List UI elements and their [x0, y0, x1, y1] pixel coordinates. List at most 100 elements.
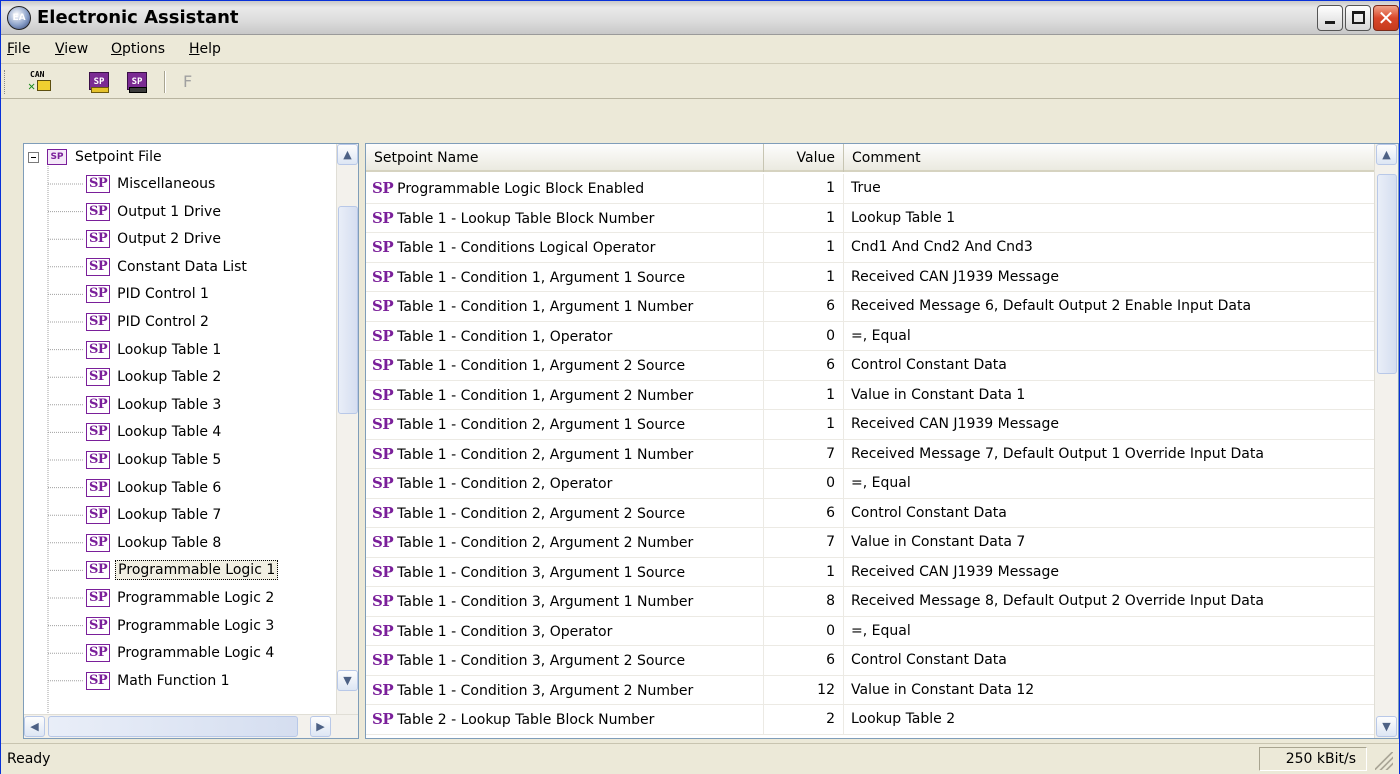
tree-item[interactable]: SP Lookup Table 2 [86, 365, 223, 389]
setpoint-value-cell[interactable]: 2 [764, 705, 844, 734]
setpoint-name-cell[interactable]: SP Table 1 - Condition 1, Argument 1 Sour… [366, 262, 764, 292]
table-row[interactable]: SP Table 1 - Condition 3, Argument 1 Numb… [366, 587, 1374, 617]
setpoint-name-cell[interactable]: SP Table 1 - Condition 3, Argument 1 Numb… [366, 587, 764, 616]
menu-help[interactable]: Help [189, 41, 221, 57]
scroll-up-icon[interactable]: ▲ [1376, 144, 1397, 165]
tree-item[interactable]: SP Lookup Table 3 [86, 393, 223, 417]
tree-item[interactable]: SP PID Control 2 [86, 310, 211, 334]
setpoint-name-cell[interactable]: SP Table 1 - Condition 1, Operator [366, 321, 764, 351]
setpoint-value-cell[interactable]: 0 [764, 616, 844, 646]
table-row[interactable]: SP Table 1 - Condition 2, Operator 0 =, Equ… [366, 469, 1374, 499]
tree-item[interactable]: SP Programmable Logic 1 [86, 558, 279, 582]
close-button[interactable]: ✕ [1373, 5, 1399, 31]
setpoint-name-cell[interactable]: SP Table 1 - Lookup Table Block Number [366, 203, 764, 233]
setpoint-name-cell[interactable]: SP Table 1 - Condition 2, Argument 1 Sour… [366, 410, 764, 439]
tree-item[interactable]: SP PID Control 1 [86, 282, 211, 306]
setpoint-name-cell[interactable]: SP Table 2 - Lookup Table Block Number [366, 705, 764, 734]
resize-grip-icon[interactable] [1375, 752, 1393, 770]
table-row[interactable]: SP Table 1 - Condition 1, Argument 1 Sour… [366, 262, 1374, 292]
table-row[interactable]: SP Table 1 - Condition 3, Operator 0 =, Equ… [366, 616, 1374, 646]
table-row[interactable]: SP Table 1 - Condition 3, Argument 2 Numb… [366, 675, 1374, 705]
table-row[interactable]: SP Programmable Logic Block Enabled 1 True [366, 174, 1374, 204]
setpoint-name-cell[interactable]: SP Table 1 - Condition 3, Argument 1 Sour… [366, 557, 764, 587]
table-row[interactable]: SP Table 1 - Condition 3, Argument 1 Sour… [366, 557, 1374, 587]
table-row[interactable]: SP Table 2 - Lookup Table Block Number 2 Lo… [366, 705, 1374, 735]
column-header-value[interactable]: Value [764, 144, 844, 172]
toolbar-grip[interactable] [4, 70, 7, 94]
table-row[interactable]: SP Table 1 - Condition 1, Argument 2 Numb… [366, 380, 1374, 410]
tree-item[interactable]: SP Lookup Table 8 [86, 531, 223, 555]
setpoint-value-cell[interactable]: 1 [764, 380, 844, 410]
setpoint-name-cell[interactable]: SP Table 1 - Condition 3, Argument 2 Numb… [366, 675, 764, 705]
table-row[interactable]: SP Table 1 - Lookup Table Block Number 1 Lo… [366, 203, 1374, 233]
setpoint-name-cell[interactable]: SP Table 1 - Condition 1, Argument 2 Numb… [366, 380, 764, 410]
setpoint-value-cell[interactable]: 1 [764, 557, 844, 587]
scroll-up-icon[interactable]: ▲ [337, 144, 358, 165]
setpoint-value-cell[interactable]: 1 [764, 203, 844, 233]
setpoint-name-cell[interactable]: SP Table 1 - Condition 2, Argument 2 Sour… [366, 498, 764, 528]
tree-item[interactable]: SP Lookup Table 4 [86, 420, 223, 444]
maximize-button[interactable] [1345, 5, 1371, 31]
tree-root-setpoint-file[interactable]: SP Setpoint File [28, 146, 164, 168]
tree-item[interactable]: SP Lookup Table 1 [86, 338, 223, 362]
minimize-button[interactable] [1317, 5, 1343, 31]
setpoint-tree[interactable]: SP Setpoint File SP Miscellaneous SP Output… [23, 143, 359, 739]
tree-scroll-thumb[interactable] [338, 206, 358, 414]
setpoint-name-cell[interactable]: SP Table 1 - Condition 1, Argument 2 Sour… [366, 351, 764, 380]
setpoint-value-cell[interactable]: 6 [764, 498, 844, 528]
tree-item[interactable]: SP Programmable Logic 3 [86, 614, 276, 638]
open-setpoint-file-button[interactable]: SP [87, 69, 113, 95]
setpoint-value-cell[interactable]: 12 [764, 675, 844, 705]
scroll-left-icon[interactable]: ◀ [24, 716, 45, 737]
tree-item[interactable]: SP Math Function 1 [86, 669, 232, 693]
tree-item[interactable]: SP Programmable Logic 2 [86, 586, 276, 610]
setpoint-value-cell[interactable]: 1 [764, 233, 844, 262]
tree-item[interactable]: SP Lookup Table 5 [86, 448, 223, 472]
setpoint-value-cell[interactable]: 1 [764, 174, 844, 203]
menu-view[interactable]: View [55, 41, 88, 57]
setpoint-value-cell[interactable]: 8 [764, 587, 844, 616]
setpoint-name-cell[interactable]: SP Table 1 - Condition 3, Argument 2 Sour… [366, 646, 764, 675]
setpoint-name-cell[interactable]: SP Table 1 - Condition 2, Argument 2 Numb… [366, 528, 764, 557]
save-setpoint-file-button[interactable]: SP [125, 69, 151, 95]
table-row[interactable]: SP Table 1 - Condition 2, Argument 2 Numb… [366, 528, 1374, 558]
setpoint-value-cell[interactable]: 6 [764, 351, 844, 380]
tree-hscroll-thumb[interactable] [48, 716, 298, 737]
column-header-setpoint-name[interactable]: Setpoint Name [366, 144, 764, 172]
setpoint-name-cell[interactable]: SP Programmable Logic Block Enabled [366, 174, 764, 203]
table-row[interactable]: SP Table 1 - Condition 2, Argument 1 Sour… [366, 410, 1374, 440]
tree-item[interactable]: SP Miscellaneous [86, 172, 217, 196]
column-header-comment[interactable]: Comment [844, 144, 1374, 172]
tree-horizontal-scrollbar[interactable]: ◀ ▶ [24, 714, 358, 738]
table-row[interactable]: SP Table 1 - Condition 3, Argument 2 Sour… [366, 646, 1374, 676]
tree-item[interactable]: SP Output 1 Drive [86, 200, 223, 224]
tree-item[interactable]: SP Lookup Table 7 [86, 503, 223, 527]
table-row[interactable]: SP Table 1 - Condition 2, Argument 1 Numb… [366, 439, 1374, 469]
collapse-icon[interactable] [28, 151, 39, 163]
table-row[interactable]: SP Table 1 - Condition 1, Argument 1 Numb… [366, 292, 1374, 322]
setpoint-value-cell[interactable]: 1 [764, 410, 844, 439]
setpoint-value-cell[interactable]: 0 [764, 469, 844, 498]
setpoint-name-cell[interactable]: SP Table 1 - Condition 2, Operator [366, 469, 764, 498]
setpoint-grid[interactable]: Setpoint Name Value Comment SP Programmab… [365, 143, 1399, 739]
tree-item[interactable]: SP Programmable Logic 4 [86, 641, 276, 665]
setpoint-value-cell[interactable]: 1 [764, 262, 844, 292]
setpoint-name-cell[interactable]: SP Table 1 - Condition 3, Operator [366, 616, 764, 646]
setpoint-value-cell[interactable]: 7 [764, 439, 844, 469]
setpoint-name-cell[interactable]: SP Table 1 - Conditions Logical Operator [366, 233, 764, 262]
table-row[interactable]: SP Table 1 - Conditions Logical Operator 1… [366, 233, 1374, 263]
can-connect-button[interactable]: CAN ✕ [27, 69, 53, 95]
setpoint-value-cell[interactable]: 7 [764, 528, 844, 557]
title-bar[interactable]: EA Electronic Assistant ✕ [1, 1, 1399, 35]
flash-button[interactable]: F [183, 72, 192, 91]
setpoint-value-cell[interactable]: 0 [764, 321, 844, 351]
scroll-right-icon[interactable]: ▶ [310, 716, 331, 737]
table-row[interactable]: SP Table 1 - Condition 1, Operator 0 =, Equ… [366, 321, 1374, 351]
tree-item[interactable]: SP Lookup Table 6 [86, 476, 223, 500]
setpoint-name-cell[interactable]: SP Table 1 - Condition 2, Argument 1 Numb… [366, 439, 764, 469]
tree-item[interactable]: SP Constant Data List [86, 255, 249, 279]
tree-vertical-scrollbar[interactable]: ▲ ▼ [336, 144, 358, 716]
app-logo-icon[interactable]: EA [7, 6, 31, 30]
setpoint-value-cell[interactable]: 6 [764, 292, 844, 321]
grid-scroll-thumb[interactable] [1377, 174, 1397, 374]
